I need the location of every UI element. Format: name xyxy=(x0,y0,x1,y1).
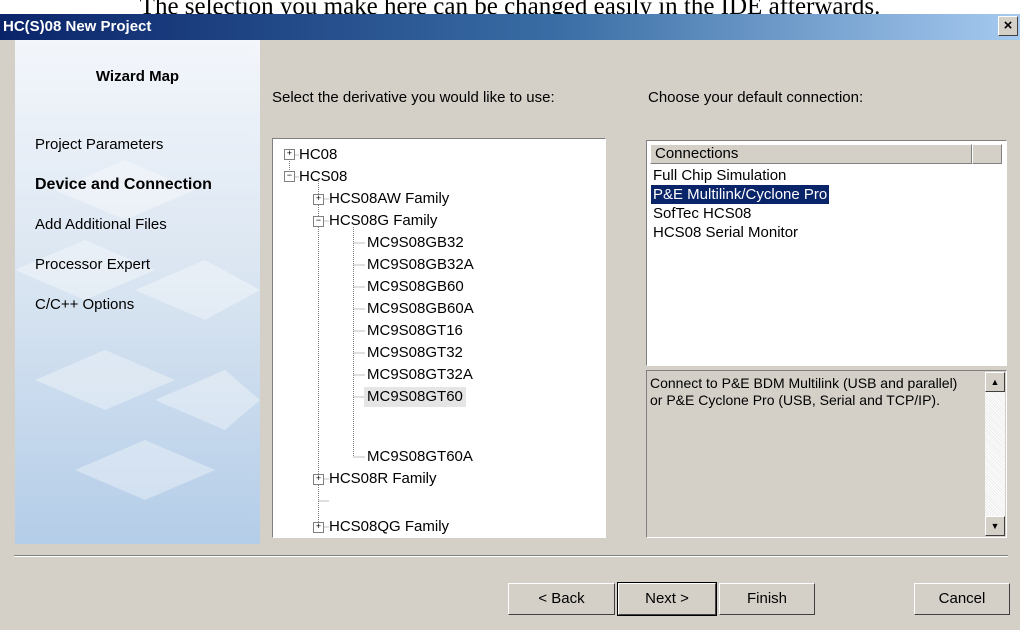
wizard-step-add-additional-files: Add Additional Files xyxy=(35,216,167,233)
connection-softec-hcs08[interactable]: SofTec HCS08 xyxy=(651,204,753,223)
description-scrollbar[interactable]: ▲ ▼ xyxy=(985,372,1005,536)
tree-node-mc9s08gb60[interactable]: MC9S08GB60 xyxy=(367,277,464,297)
tree-node-mc9s08gt32[interactable]: MC9S08GT32 xyxy=(367,343,463,363)
title-bar: HC(S)08 New Project × xyxy=(0,14,1020,40)
scroll-up-button[interactable]: ▲ xyxy=(985,372,1005,392)
arrow-up-icon: ▲ xyxy=(990,377,1000,387)
wizard-step-cc-options: C/C++ Options xyxy=(35,296,135,313)
connection-pe-multilink-cyclone-pro[interactable]: P&E Multilink/Cyclone Pro xyxy=(649,184,831,205)
tree-node-hcs08[interactable]: HCS08 xyxy=(299,167,347,187)
wizard-step-device-and-connection: Device and Connection xyxy=(35,176,212,193)
connections-header-filler xyxy=(972,144,1002,164)
connection-full-chip-simulation[interactable]: Full Chip Simulation xyxy=(651,166,788,185)
tree-node-hcs08aw-family[interactable]: HCS08AW Family xyxy=(329,189,449,209)
back-button[interactable]: < Back xyxy=(508,583,615,615)
tree-node-hcs08r-family[interactable]: HCS08R Family xyxy=(329,469,437,489)
tree-node-mc9s08gt32a[interactable]: MC9S08GT32A xyxy=(367,365,473,385)
wizard-step-processor-expert: Processor Expert xyxy=(35,256,151,273)
expand-icon[interactable]: + xyxy=(284,149,295,160)
tree-node-mc9s08gt60[interactable]: MC9S08GT60 xyxy=(364,387,466,407)
tree-node-hc08[interactable]: HC08 xyxy=(299,145,337,165)
arrow-down-icon: ▼ xyxy=(990,521,1000,531)
expand-icon[interactable]: + xyxy=(313,194,324,205)
expand-icon[interactable]: + xyxy=(313,522,324,533)
tree-node-mc9s08gt60a[interactable]: MC9S08GT60A xyxy=(367,447,473,467)
tree-node-mc9s08gb60a[interactable]: MC9S08GB60A xyxy=(367,299,474,319)
derivative-tree[interactable]: + HC08 − HCS08 + HCS08AW Family − HCS08G… xyxy=(272,138,606,538)
cancel-button[interactable]: Cancel xyxy=(914,583,1010,615)
connection-hcs08-serial-monitor[interactable]: HCS08 Serial Monitor xyxy=(651,223,800,242)
close-button[interactable]: × xyxy=(998,16,1018,36)
finish-button[interactable]: Finish xyxy=(719,583,815,615)
wizard-map-title: Wizard Map xyxy=(95,68,180,85)
collapse-icon[interactable]: − xyxy=(284,171,295,182)
wizard-map-decoration xyxy=(15,160,260,500)
derivative-prompt: Select the derivative you would like to … xyxy=(272,89,555,106)
tree-node-mc9s08gt16[interactable]: MC9S08GT16 xyxy=(367,321,463,341)
connection-description-text: Connect to P&E BDM Multilink (USB and pa… xyxy=(650,375,958,408)
wizard-step-project-parameters: Project Parameters xyxy=(35,136,164,153)
wizard-map-panel: Wizard Map Project Parameters Device and… xyxy=(15,40,260,544)
connection-prompt: Choose your default connection: xyxy=(648,89,864,106)
scroll-down-button[interactable]: ▼ xyxy=(985,516,1005,536)
tree-node-mc9s08gb32a[interactable]: MC9S08GB32A xyxy=(367,255,474,275)
tree-node-mc9s08gb32[interactable]: MC9S08GB32 xyxy=(367,233,464,253)
tree-node-hcs08qg-family[interactable]: HCS08QG Family xyxy=(329,517,449,537)
collapse-icon[interactable]: − xyxy=(313,216,324,227)
window-title: HC(S)08 New Project xyxy=(3,18,152,35)
next-button[interactable]: Next > xyxy=(617,582,717,616)
button-separator xyxy=(14,555,1008,557)
close-icon: × xyxy=(1003,17,1013,34)
connections-list[interactable]: Connections Full Chip Simulation P&E Mul… xyxy=(646,140,1007,366)
wizard-dialog: Wizard Map Project Parameters Device and… xyxy=(0,40,1020,630)
tree-node-hcs08g-family[interactable]: HCS08G Family xyxy=(329,211,437,231)
connections-column-header[interactable]: Connections xyxy=(650,144,972,164)
connection-description: Connect to P&E BDM Multilink (USB and pa… xyxy=(646,370,1007,538)
expand-icon[interactable]: + xyxy=(313,474,324,485)
